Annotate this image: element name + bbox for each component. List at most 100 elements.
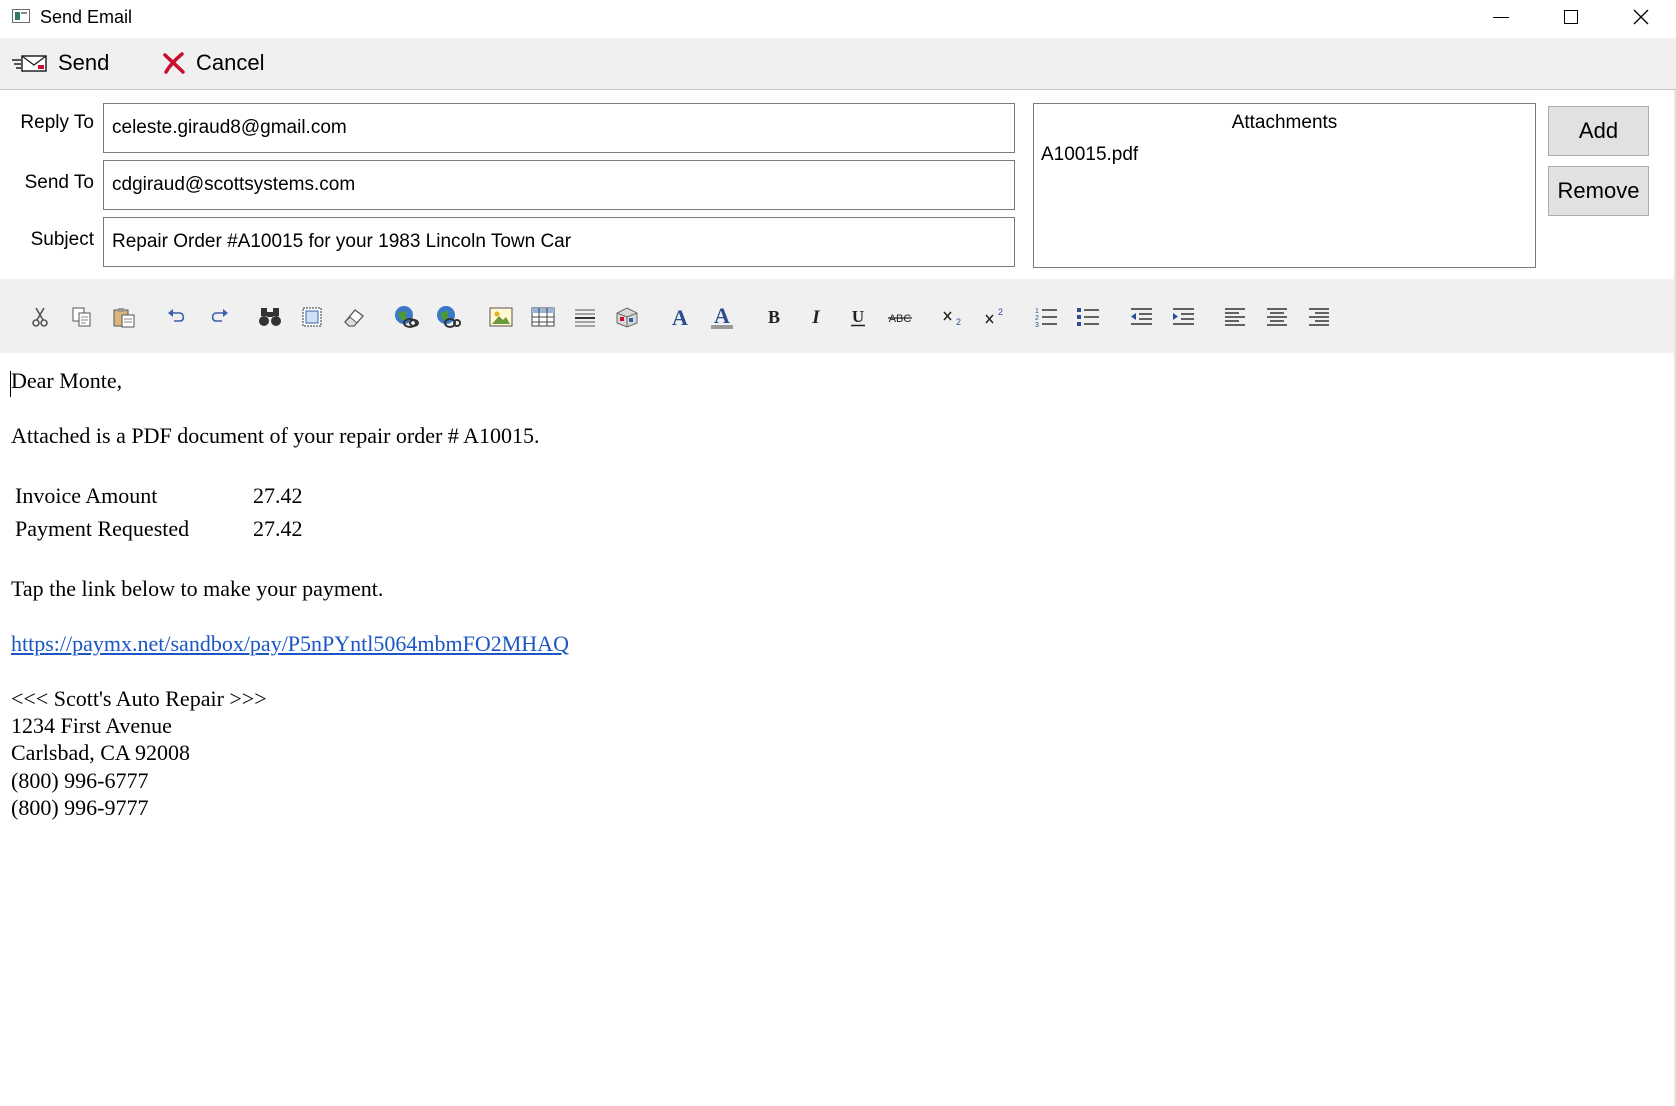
binoculars-icon (259, 308, 281, 326)
title-bar: Send Email (0, 0, 1676, 36)
svg-text:U: U (852, 307, 864, 326)
undo-icon (168, 309, 185, 322)
subject-field[interactable]: Repair Order #A10015 for your 1983 Linco… (103, 217, 1015, 267)
maximize-icon (1564, 10, 1578, 24)
reply-to-label: Reply To (20, 112, 94, 133)
message-body-editor[interactable]: Dear Monte, Attached is a PDF document o… (0, 353, 1676, 1106)
outdent-icon (1131, 308, 1152, 325)
italic-button[interactable]: I (802, 303, 830, 331)
superscript-button[interactable]: 2 (980, 303, 1008, 331)
minimize-icon (1493, 16, 1509, 18)
indent-button[interactable] (1169, 303, 1197, 331)
horizontal-rule-button[interactable] (571, 303, 599, 331)
svg-text:1: 1 (1035, 308, 1039, 315)
align-center-icon (1267, 308, 1287, 326)
align-right-button[interactable] (1305, 303, 1333, 331)
cancel-button[interactable]: Cancel (162, 48, 264, 78)
eraser-icon (344, 309, 364, 327)
greeting-line: Dear Monte, (11, 368, 123, 393)
link-globe-icon (395, 306, 419, 328)
paste-icon (113, 308, 135, 328)
font-color-button[interactable]: A (666, 303, 694, 331)
signature-city: Carlsbad, CA 92008 (11, 740, 191, 765)
bullet-list-icon (1077, 308, 1099, 326)
close-button[interactable] (1606, 0, 1676, 34)
font-color-icon: A (672, 305, 688, 329)
svg-text:2: 2 (1035, 315, 1039, 322)
svg-text:I: I (811, 307, 820, 327)
signature-phone-2: (800) 996-9777 (11, 795, 149, 820)
strikethrough-button[interactable]: ABC (886, 303, 914, 331)
red-x-icon (163, 52, 185, 74)
highlight-color-button[interactable]: A (708, 303, 736, 331)
svg-text:2: 2 (998, 307, 1003, 317)
svg-text:ABC: ABC (889, 313, 912, 325)
remove-attachment-button[interactable]: Remove (1548, 166, 1649, 216)
find-button[interactable] (256, 303, 284, 331)
bold-button[interactable]: B (760, 303, 788, 331)
object-box-icon (616, 307, 638, 328)
redo-icon (211, 309, 228, 322)
align-left-button[interactable] (1221, 303, 1249, 331)
invoice-amount-label: Invoice Amount (15, 483, 158, 508)
signature-company: <<< Scott's Auto Repair >>> (11, 686, 267, 711)
attachment-item[interactable]: A10015.pdf (1041, 144, 1138, 166)
redo-button[interactable] (205, 303, 233, 331)
unlink-globe-icon (437, 306, 461, 328)
svg-text:2: 2 (956, 317, 961, 327)
send-label: Send (58, 50, 110, 75)
copy-icon (72, 307, 91, 327)
undo-button[interactable] (163, 303, 191, 331)
app-window-icon (12, 9, 30, 23)
subscript-icon: 2 (943, 311, 961, 327)
cut-button[interactable] (26, 303, 54, 331)
svg-text:3: 3 (1035, 322, 1039, 328)
minimize-button[interactable] (1466, 0, 1536, 34)
paste-button[interactable] (110, 303, 138, 331)
instruction-line: Tap the link below to make your payment. (11, 576, 384, 601)
svg-text:B: B (768, 307, 780, 327)
subscript-button[interactable]: 2 (938, 303, 966, 331)
outdent-button[interactable] (1127, 303, 1155, 331)
send-to-field[interactable]: cdgiraud@scottsystems.com (103, 160, 1015, 210)
numbered-list-button[interactable]: 123 (1032, 303, 1060, 331)
payment-requested-label: Payment Requested (15, 516, 190, 541)
svg-text:A: A (672, 305, 688, 329)
insert-object-button[interactable] (613, 303, 641, 331)
numbered-list-icon: 123 (1035, 308, 1057, 328)
align-left-icon (1225, 308, 1245, 326)
indent-icon (1173, 308, 1194, 325)
reply-to-field[interactable]: celeste.giraud8@gmail.com (103, 103, 1015, 153)
align-center-button[interactable] (1263, 303, 1291, 331)
subject-label: Subject (30, 229, 94, 250)
intro-line: Attached is a PDF document of your repai… (11, 423, 540, 448)
superscript-icon: 2 (985, 307, 1003, 324)
insert-table-button[interactable] (529, 303, 557, 331)
horizontal-rule-icon (575, 309, 595, 327)
align-right-icon (1309, 308, 1329, 326)
cut-icon (32, 307, 48, 327)
insert-image-button[interactable] (487, 303, 515, 331)
highlight-color-icon: A (711, 304, 733, 329)
add-attachment-button[interactable]: Add (1548, 106, 1649, 156)
select-all-button[interactable] (298, 303, 326, 331)
payment-link[interactable]: https://paymx.net/sandbox/pay/P5nPYntl50… (11, 631, 569, 657)
underline-button[interactable]: U (844, 303, 872, 331)
strikethrough-icon: ABC (888, 313, 912, 325)
select-all-icon (302, 307, 322, 327)
cancel-label: Cancel (196, 50, 265, 75)
clear-format-button[interactable] (340, 303, 368, 331)
maximize-button[interactable] (1536, 0, 1606, 34)
bullet-list-button[interactable] (1074, 303, 1102, 331)
copy-button[interactable] (68, 303, 96, 331)
send-button[interactable]: Send (12, 48, 109, 78)
close-icon (1633, 9, 1649, 25)
remove-link-button[interactable] (434, 303, 462, 331)
attachments-list[interactable]: Attachments A10015.pdf (1033, 103, 1536, 268)
italic-icon: I (811, 307, 820, 327)
insert-link-button[interactable] (392, 303, 420, 331)
table-icon (531, 307, 555, 327)
invoice-amount-value: 27.42 (253, 483, 303, 508)
attachments-title: Attachments (1231, 112, 1338, 133)
payment-requested-value: 27.42 (253, 516, 303, 541)
